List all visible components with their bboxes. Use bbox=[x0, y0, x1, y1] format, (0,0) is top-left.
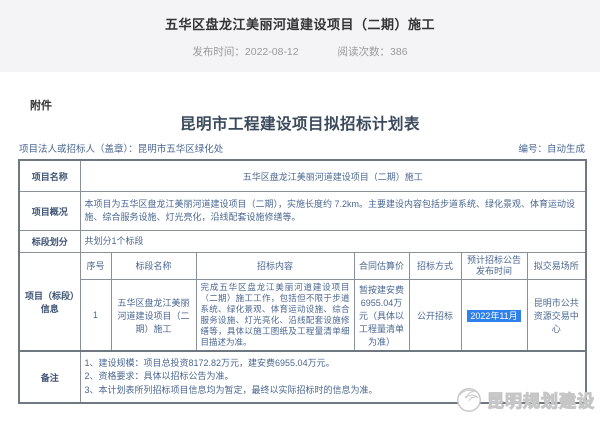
section-data-row: 1 五华区盘龙江美丽河道建设项目（二期）施工 完成五华区盘龙江美丽河道建设项目（… bbox=[19, 280, 586, 352]
read-count: 阅读次数：386 bbox=[338, 46, 408, 58]
col-header-trade-place: 拟交易场所 bbox=[527, 253, 586, 280]
cell-announce-time: 2022年11月 bbox=[461, 280, 527, 352]
read-count-value: 386 bbox=[390, 46, 408, 58]
col-header-seq: 序号 bbox=[80, 253, 111, 280]
division-value: 共划分1个标段 bbox=[80, 231, 586, 253]
selected-announce-time: 2022年11月 bbox=[467, 310, 520, 322]
cell-seq: 1 bbox=[80, 280, 111, 352]
table-header-row: 项目（标段）信息 序号 标段名称 招标内容 合同估算价 招标方式 预计招标公告发… bbox=[19, 253, 586, 280]
cell-section-name: 五华区盘龙江美丽河道建设项目（二期）施工 bbox=[111, 280, 196, 352]
table-row: 标段划分 共划分1个标段 bbox=[19, 231, 586, 253]
announcement-title: 五华区盘龙江美丽河道建设项目（二期）施工 bbox=[0, 14, 600, 33]
page: 五华区盘龙江美丽河道建设项目（二期）施工 发布时间：2022-08-12 阅读次… bbox=[0, 0, 600, 423]
announcement-header: 五华区盘龙江美丽河道建设项目（二期）施工 发布时间：2022-08-12 阅读次… bbox=[0, 0, 600, 72]
kunming-planning-watermark: 昆明规划建设 bbox=[454, 384, 595, 414]
read-count-label: 阅读次数： bbox=[338, 46, 391, 58]
doc-title: 昆明市工程建设项目拟招标计划表 bbox=[0, 112, 600, 134]
watermark-logo-icon bbox=[454, 384, 484, 414]
overview-value: 本项目为五华区盘龙江美丽河道建设项目（二期），实施长度约 7.2km。主要建设内… bbox=[80, 192, 586, 231]
row-label-division: 标段划分 bbox=[19, 231, 80, 253]
cell-bid-method: 公开招标 bbox=[409, 280, 461, 352]
attachment-label: 附件 bbox=[30, 97, 52, 113]
col-header-section-name: 标段名称 bbox=[111, 253, 196, 280]
remark-line-1: 1、建设规模：项目总投资8172.82万元，建安费6955.04万元。 bbox=[85, 357, 582, 371]
cell-trade-place: 昆明市公共资源交易中心 bbox=[527, 280, 586, 352]
cell-contract-estimate: 暂按建安费6955.04万元（具体以工程量清单为准） bbox=[354, 280, 409, 352]
publish-time-label: 发布时间： bbox=[192, 46, 245, 58]
publish-time: 发布时间：2022-08-12 bbox=[192, 46, 298, 58]
bid-plan-table: 项目名称 五华区盘龙江美丽河道建设项目（二期）施工 项目概况 本项目为五华区盘龙… bbox=[18, 159, 587, 404]
row-label-section-info: 项目（标段）信息 bbox=[19, 253, 80, 352]
table-row: 项目名称 五华区盘龙江美丽河道建设项目（二期）施工 bbox=[19, 160, 586, 192]
col-header-announce-time: 预计招标公告发布时间 bbox=[461, 253, 527, 280]
announcement-meta: 发布时间：2022-08-12 阅读次数：386 bbox=[0, 44, 600, 59]
cell-bid-content: 完成五华区盘龙江美丽河道建设项目（二期）施工工作，包括但不限于步道系统、绿化景观… bbox=[196, 280, 354, 352]
table-info-line: 项目法人或招标人（盖章）：昆明市五华区绿化处 编号：自动生成 bbox=[19, 141, 585, 155]
row-label-remarks: 备注 bbox=[19, 351, 80, 403]
table-row: 项目概况 本项目为五华区盘龙江美丽河道建设项目（二期），实施长度约 7.2km。… bbox=[19, 192, 586, 231]
remark-line-2: 2、资格要求：具体以招标公告为准。 bbox=[85, 370, 582, 384]
legal-person-line: 项目法人或招标人（盖章）：昆明市五华区绿化处 bbox=[19, 141, 223, 155]
row-label-project-name: 项目名称 bbox=[19, 160, 80, 192]
serial-number: 编号：自动生成 bbox=[518, 141, 585, 155]
publish-time-value: 2022-08-12 bbox=[245, 46, 299, 58]
col-header-bid-method: 招标方式 bbox=[409, 253, 461, 280]
watermark-text: 昆明规划建设 bbox=[487, 387, 595, 412]
row-label-overview: 项目概况 bbox=[19, 192, 80, 231]
col-header-bid-content: 招标内容 bbox=[196, 253, 354, 280]
col-header-contract-estimate: 合同估算价 bbox=[354, 253, 409, 280]
project-name-value: 五华区盘龙江美丽河道建设项目（二期）施工 bbox=[80, 160, 586, 192]
